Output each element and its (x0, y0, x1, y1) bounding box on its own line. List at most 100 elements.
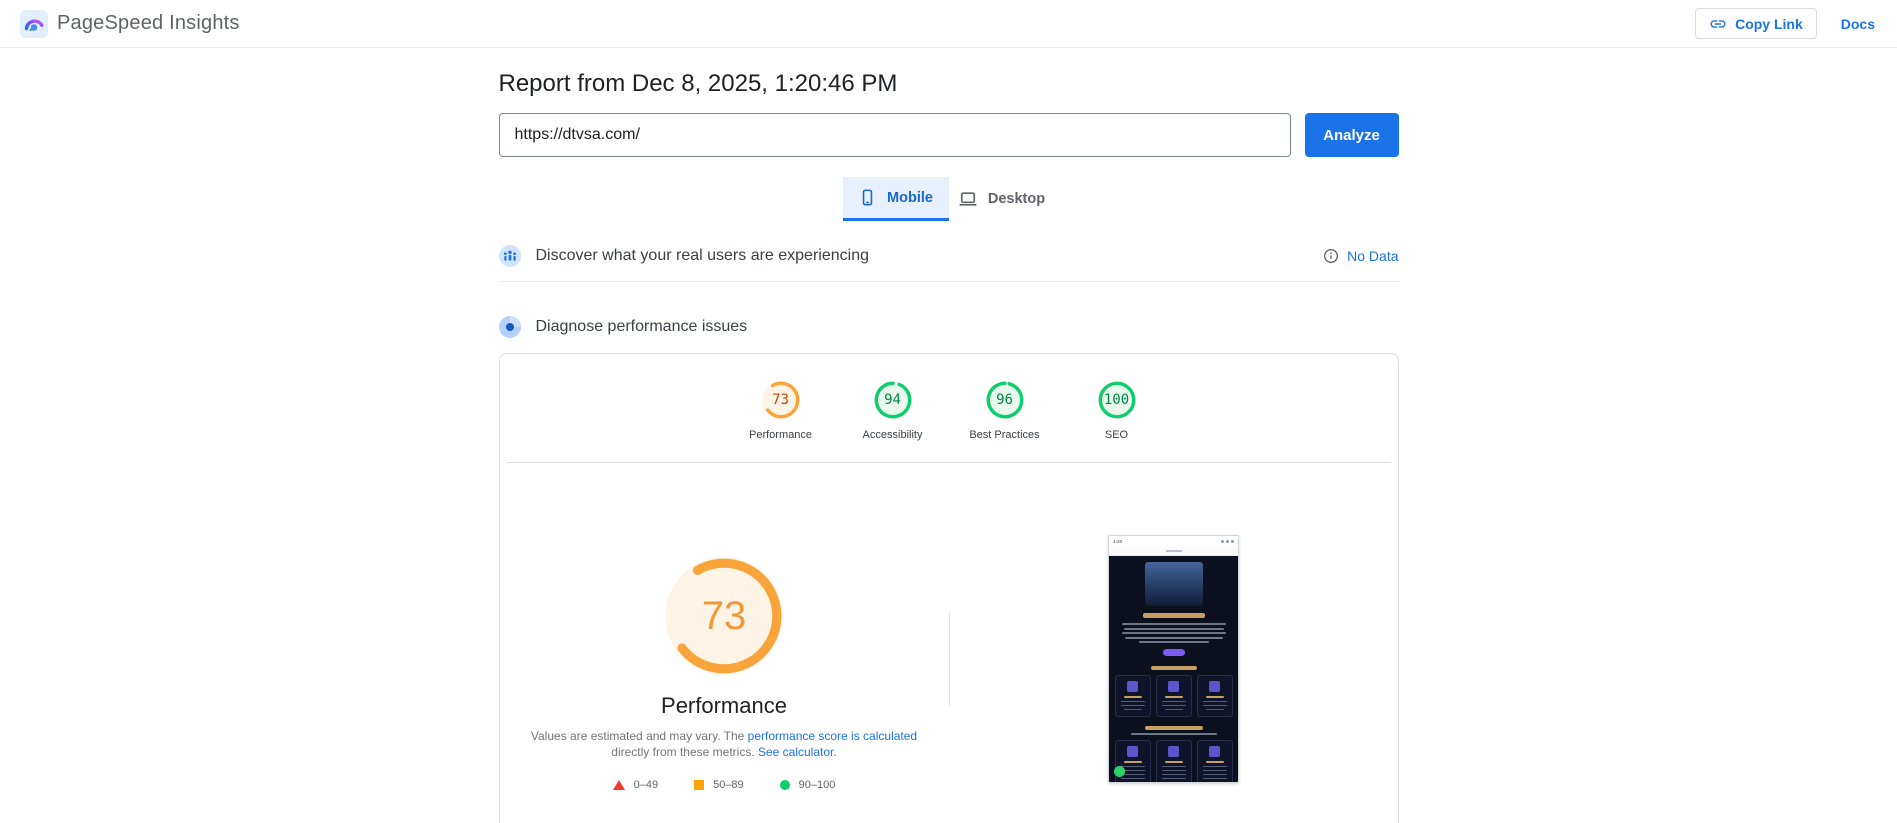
score-value: 73 (772, 392, 789, 408)
lab-data-section: Diagnose performance issues (498, 316, 1399, 338)
score-label: Accessibility (862, 429, 923, 441)
thumb-text-bar (1164, 708, 1183, 710)
no-data-label: No Data (1347, 248, 1399, 264)
thumb-text-bar (1161, 773, 1186, 775)
device-tabs: Mobile Desktop (499, 177, 1399, 221)
thumb-text-bar (1130, 733, 1217, 735)
score-label: Performance (749, 429, 812, 441)
thumb-whatsapp-button (1114, 766, 1125, 777)
thumb-text-bar (1121, 623, 1226, 625)
see-calculator-link[interactable]: See calculator. (758, 745, 837, 759)
thumb-text-bar (1123, 708, 1142, 710)
score-gauge-accessibility[interactable]: 94 Accessibility (837, 381, 949, 441)
thumb-text-bar (1123, 761, 1142, 763)
thumb-text-bar (1202, 765, 1227, 767)
thumb-text-bar (1121, 632, 1226, 634)
legend-item-pass: 90–100 (779, 779, 836, 791)
desktop-laptop-icon (958, 189, 978, 209)
score-calculation-link[interactable]: performance score is calculated (748, 729, 917, 743)
thumb-text-bar (1142, 613, 1205, 618)
thumb-card (1196, 675, 1233, 717)
report-title: Report from Dec 8, 2025, 1:20:46 PM (498, 70, 898, 97)
thumb-status-bar: 1:20 (1109, 536, 1238, 547)
score-value: 94 (884, 392, 901, 408)
performance-heading: Performance (661, 693, 787, 718)
thumb-url-bar (1109, 547, 1238, 556)
thumb-card (1114, 675, 1151, 717)
field-data-status[interactable]: No Data (1323, 248, 1399, 264)
thumb-card-icon (1168, 681, 1179, 692)
field-data-title: Discover what your real users are experi… (535, 247, 869, 264)
score-gauge-best-practices[interactable]: 96 Best Practices (949, 381, 1061, 441)
thumb-card-icon (1168, 746, 1179, 757)
thumb-text-bar (1123, 627, 1224, 630)
performance-score-value: 73 (701, 593, 747, 638)
thumb-card (1155, 740, 1192, 782)
lighthouse-results-card: 73 Performance 94 Accessibility 96 Best … (498, 353, 1399, 823)
tab-mobile-label: Mobile (887, 189, 933, 206)
thumb-text-bar (1161, 700, 1186, 702)
thumb-card (1196, 740, 1233, 782)
score-legend: 0–49 50–89 90–100 (612, 779, 836, 791)
analyze-button[interactable]: Analyze (1304, 113, 1399, 157)
score-gauge-seo[interactable]: 100 SEO (1061, 381, 1173, 441)
thumb-text-bar (1138, 641, 1209, 643)
copy-link-button[interactable]: Copy Link (1695, 8, 1817, 39)
thumb-text-bar (1120, 765, 1145, 767)
score-label: Best Practices (969, 429, 1040, 441)
docs-link[interactable]: Docs (1841, 16, 1875, 32)
thumb-text-bar (1205, 696, 1224, 698)
thumb-text-bar (1123, 696, 1142, 698)
info-icon (1323, 248, 1339, 264)
thumb-text-bar (1164, 696, 1183, 698)
analyze-form: Analyze (498, 113, 1399, 157)
thumb-text-bar (1124, 636, 1223, 639)
thumb-text-bar (1202, 704, 1227, 706)
thumb-text-bar (1161, 765, 1186, 767)
thumb-text-bar (1164, 781, 1183, 782)
performance-gauge: 73 (664, 556, 784, 676)
thumb-text-bar (1202, 700, 1227, 702)
score-gauge-performance[interactable]: 73 Performance (725, 381, 837, 441)
tab-mobile[interactable]: Mobile (842, 177, 949, 221)
thumb-card-icon (1127, 746, 1138, 757)
app-title: PageSpeed Insights (57, 12, 240, 34)
page-screenshot-thumbnail: 1:20 (1108, 535, 1239, 783)
url-input[interactable] (498, 113, 1291, 157)
thumb-text-bar (1144, 726, 1203, 730)
thumb-text-bar (1161, 704, 1186, 706)
lab-data-title: Diagnose performance issues (535, 318, 748, 335)
brand: PageSpeed Insights (20, 9, 240, 38)
thumb-text-bar (1202, 773, 1227, 775)
legend-range: 0–49 (633, 779, 659, 791)
thumb-text-bar (1205, 781, 1224, 782)
thumb-card (1155, 675, 1192, 717)
thumb-card-icon (1209, 746, 1220, 757)
diagnose-radar-icon (498, 316, 521, 338)
score-value: 100 (1103, 392, 1130, 408)
field-data-section[interactable]: Discover what your real users are experi… (498, 245, 1399, 282)
tab-desktop-label: Desktop (987, 191, 1046, 207)
disclaimer-text: Values are estimated and may vary. The (530, 729, 748, 743)
real-users-icon (498, 245, 521, 267)
thumb-text-bar (1161, 777, 1186, 779)
legend-range: 90–100 (798, 779, 836, 791)
score-value: 96 (996, 392, 1013, 408)
app-header: PageSpeed Insights Copy Link Docs (0, 0, 1897, 48)
thumb-page-body (1109, 556, 1238, 782)
copy-link-label: Copy Link (1735, 15, 1803, 32)
thumb-text-bar (1120, 704, 1145, 706)
mobile-phone-icon (858, 188, 877, 207)
thumb-text-bar (1120, 777, 1145, 779)
disclaimer-text: directly from these metrics. (611, 745, 758, 759)
performance-summary-pane: 73 Performance Values are estimated and … (500, 463, 949, 791)
pass-circle-icon (779, 780, 790, 790)
fail-triangle-icon (612, 780, 625, 790)
thumb-text-bar (1202, 777, 1227, 779)
thumb-text-bar (1205, 708, 1224, 710)
legend-item-fail: 0–49 (612, 779, 659, 791)
average-square-icon (694, 780, 705, 790)
thumb-text-bar (1150, 666, 1197, 670)
tab-desktop[interactable]: Desktop (949, 177, 1055, 221)
thumb-text-bar (1161, 769, 1186, 771)
